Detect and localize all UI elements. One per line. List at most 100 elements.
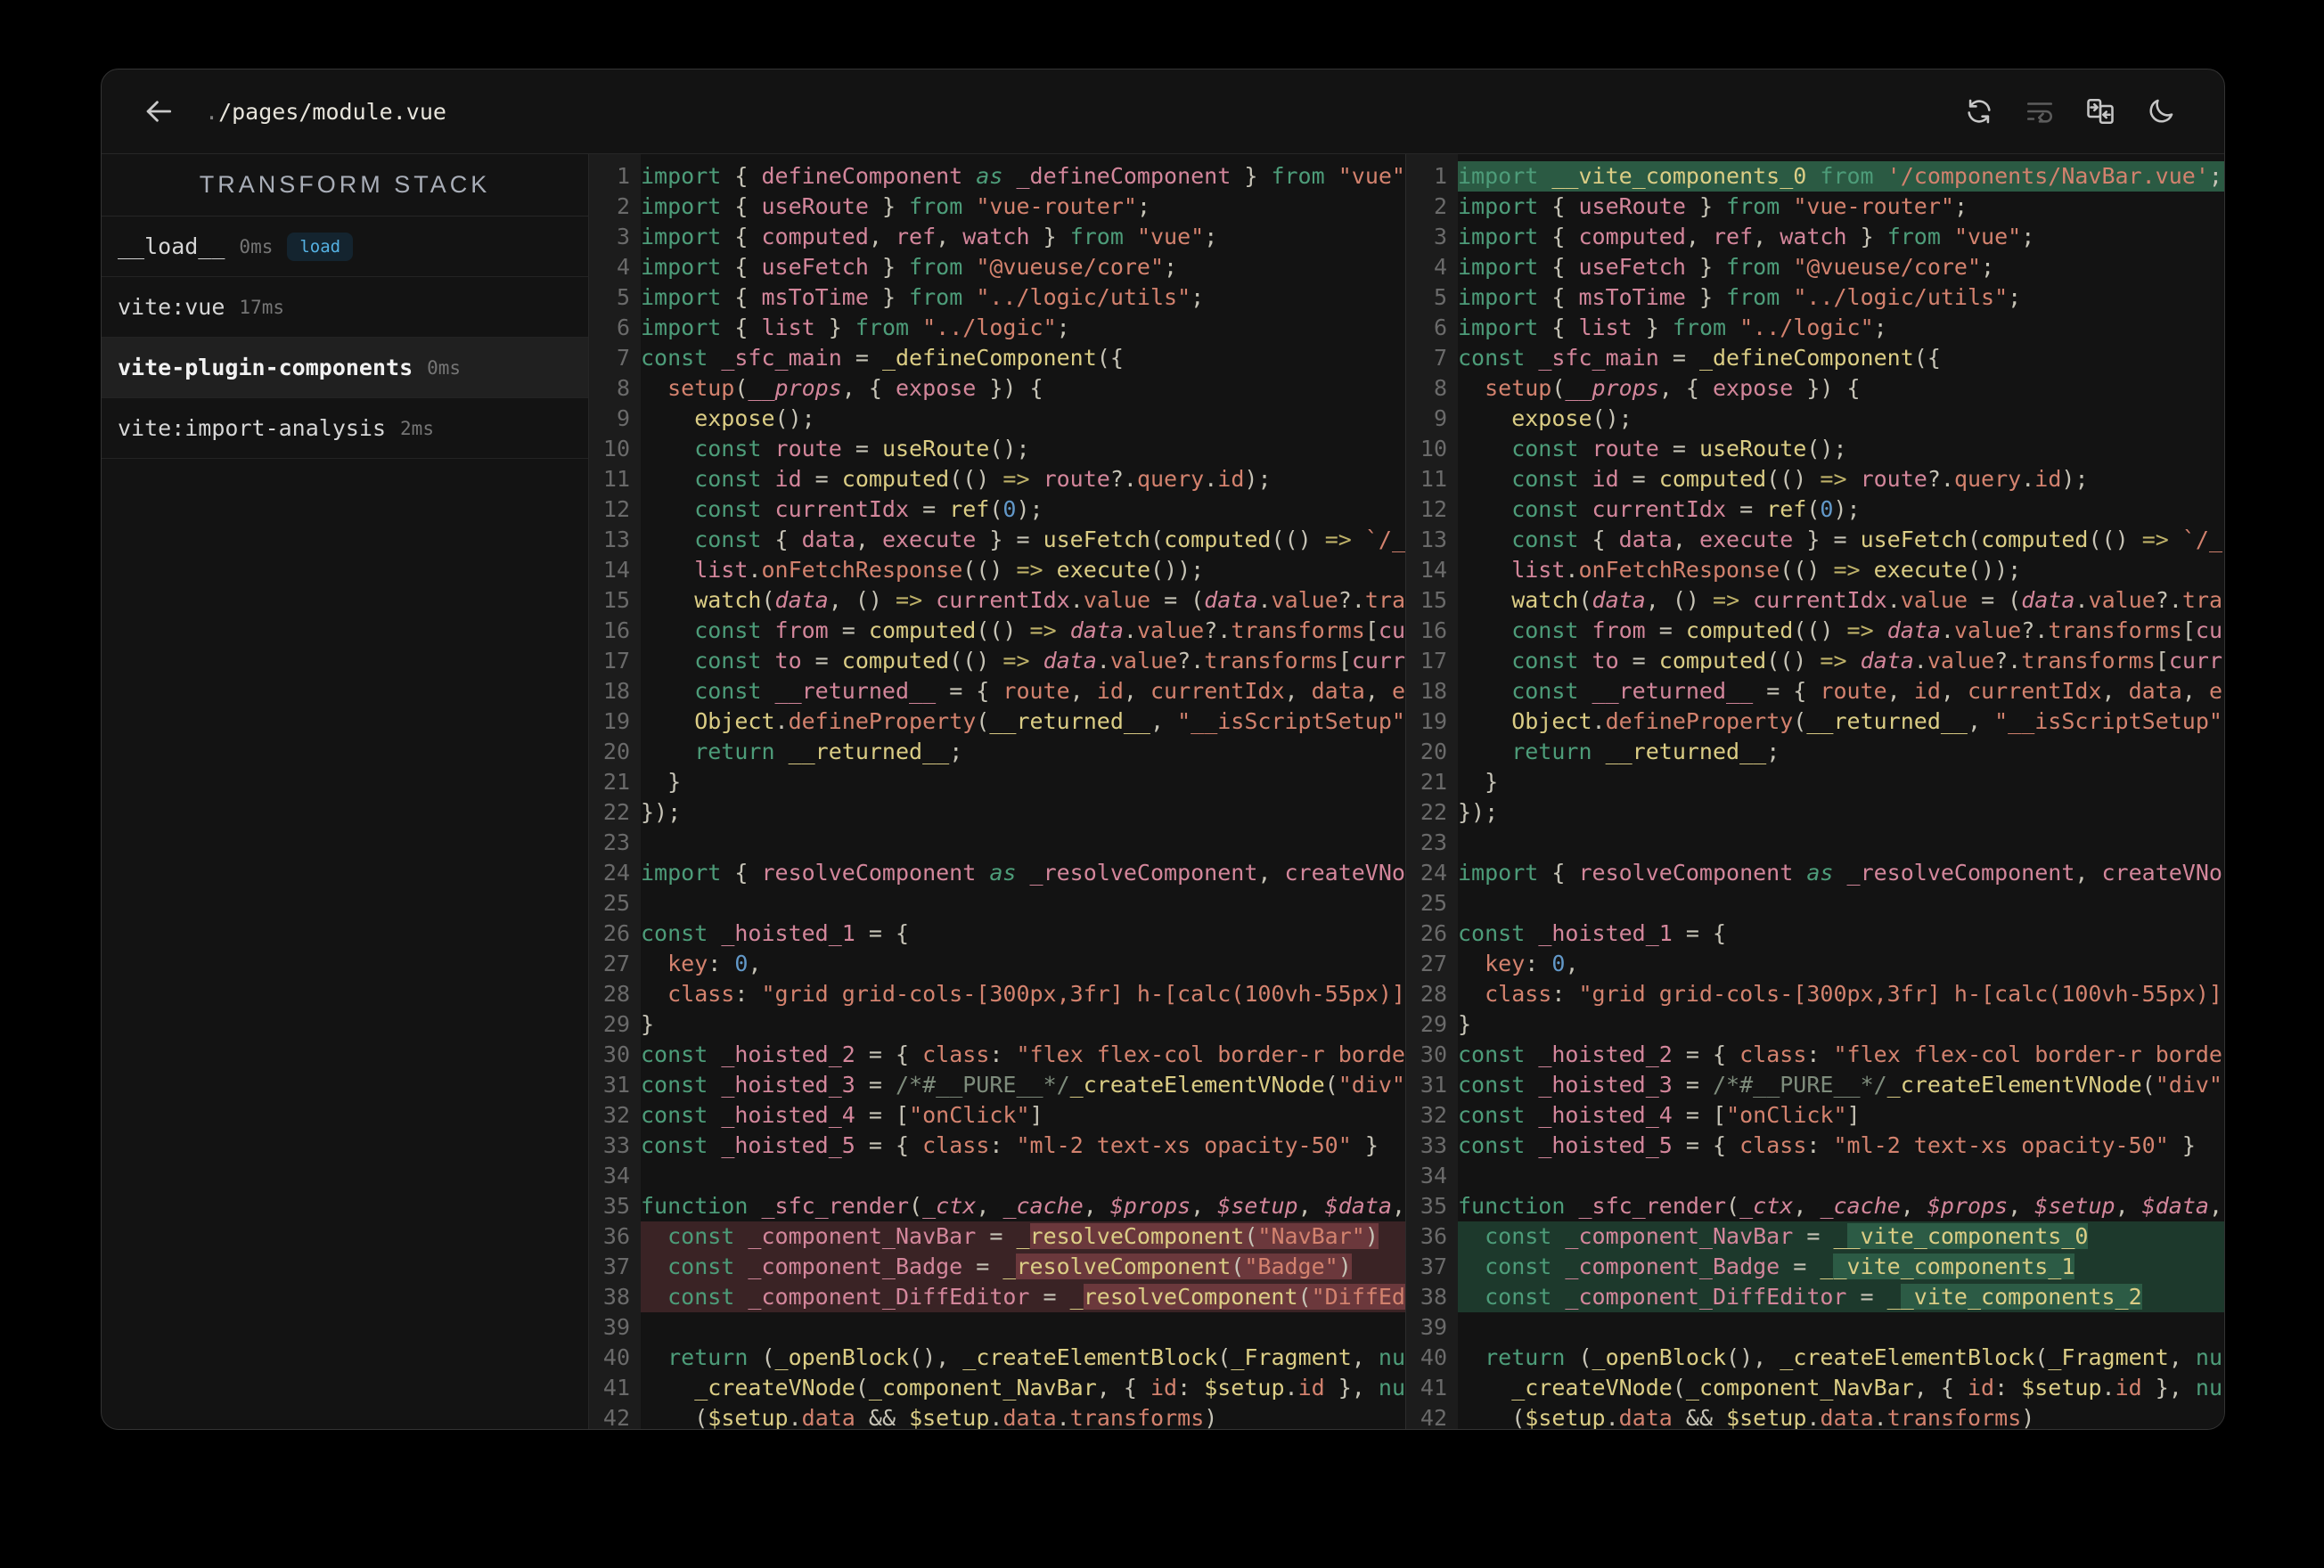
code-line: 28 class: "grid grid-cols-[300px,3fr] h-… xyxy=(589,979,1405,1009)
code-line: 2 import { useRoute } from "vue-router"; xyxy=(1406,192,2224,222)
line-number: 38 xyxy=(1420,1284,1447,1310)
compare-panels-icon[interactable] xyxy=(2082,93,2119,130)
code-line: 30 const _hoisted_2 = { class: "flex flex… xyxy=(1406,1040,2224,1070)
code-line: 23 xyxy=(589,828,1405,858)
code-line: 10 const route = useRoute(); xyxy=(1406,434,2224,464)
back-button[interactable] xyxy=(139,92,178,131)
line-number: 9 xyxy=(616,405,630,431)
code-line: 29} xyxy=(1406,1009,2224,1040)
code-line: 4 import { useFetch } from "@vueuse/core"… xyxy=(1406,252,2224,282)
code-line: 29} xyxy=(589,1009,1405,1040)
sidebar-item-vite:import-analysis[interactable]: vite:import-analysis 2ms xyxy=(102,398,588,459)
plugin-name: vite:vue xyxy=(118,294,225,320)
diff-view: 1 import { defineComponent as _defineComp… xyxy=(589,154,2224,1429)
line-number: 12 xyxy=(1420,496,1447,522)
code-line: 17 const to = computed(() => data.value?… xyxy=(1406,646,2224,676)
sidebar-item-__load__[interactable]: __load__ 0ms load xyxy=(102,216,588,277)
line-number: 41 xyxy=(1420,1375,1447,1401)
plugin-name: __load__ xyxy=(118,233,225,259)
code-line: 16 const from = computed(() => data.valu… xyxy=(1406,616,2224,646)
code-line: 26 const _hoisted_1 = { xyxy=(589,919,1405,949)
main-body: TRANSFORM STACK __load__ 0ms load vite:vue 1… xyxy=(102,154,2224,1429)
load-badge: load xyxy=(287,232,354,261)
arrow-left-icon xyxy=(146,101,172,122)
code-line: 20 return __returned__; xyxy=(1406,737,2224,767)
line-number: 19 xyxy=(602,708,630,734)
wrap-lines-icon[interactable] xyxy=(2021,93,2058,130)
code-line: 1 import { defineComponent as _defineComp… xyxy=(589,161,1405,192)
code-line: 31 const _hoisted_3 = /*#__PURE__*/_creat… xyxy=(1406,1070,2224,1100)
code-line: 16 const from = computed(() => data.valu… xyxy=(589,616,1405,646)
refresh-icon[interactable] xyxy=(1960,93,1998,130)
code-line: 28 class: "grid grid-cols-[300px,3fr] h-… xyxy=(1406,979,2224,1009)
code-line: 9 expose(); xyxy=(589,404,1405,434)
line-number: 22 xyxy=(1420,799,1447,825)
line-number: 8 xyxy=(1433,375,1447,401)
code-line: 13 const { data, execute } = useFetch(co… xyxy=(589,525,1405,555)
code-line: 19 Object.defineProperty(__returned__, "… xyxy=(1406,706,2224,737)
sidebar-item-vite-plugin-components[interactable]: vite-plugin-components 0ms xyxy=(102,338,588,398)
code-panel-after[interactable]: 1 import __vite_components_0 from '/compo… xyxy=(1406,154,2224,1429)
code-lines-after: 1 import __vite_components_0 from '/compo… xyxy=(1406,154,2224,1429)
code-line: 34 xyxy=(589,1161,1405,1191)
sidebar-item-vite:vue[interactable]: vite:vue 17ms xyxy=(102,277,588,338)
code-line: 18 const __returned__ = { route, id, cur… xyxy=(589,676,1405,706)
code-line: 8 setup(__props, { expose }) { xyxy=(589,373,1405,404)
code-line: 38 const _component_DiffEditor = __vite_… xyxy=(1406,1282,2224,1312)
code-line: 17 const to = computed(() => data.value?… xyxy=(589,646,1405,676)
code-line: 6 import { list } from "../logic"; xyxy=(1406,313,2224,343)
line-number: 16 xyxy=(602,617,630,643)
code-line: 36 const _component_NavBar = _resolveCom… xyxy=(589,1221,1405,1252)
code-line: 9 expose(); xyxy=(1406,404,2224,434)
line-number: 32 xyxy=(1420,1102,1447,1128)
code-line: 18 const __returned__ = { route, id, cur… xyxy=(1406,676,2224,706)
line-number: 32 xyxy=(602,1102,630,1128)
code-line: 25 xyxy=(589,888,1405,919)
code-line: 41 _createVNode(_component_NavBar, { id:… xyxy=(589,1373,1405,1403)
line-number: 6 xyxy=(1433,314,1447,340)
code-line: 11 const id = computed(() => route?.quer… xyxy=(589,464,1405,494)
line-number: 29 xyxy=(602,1011,630,1037)
code-line: 34 xyxy=(1406,1161,2224,1191)
code-line: 12 const currentIdx = ref(0); xyxy=(589,494,1405,525)
line-number: 42 xyxy=(602,1405,630,1429)
plugin-name: vite-plugin-components xyxy=(118,355,413,380)
transform-stack-sidebar: TRANSFORM STACK __load__ 0ms load vite:vue 1… xyxy=(102,154,589,1429)
line-number: 3 xyxy=(1433,224,1447,249)
code-line: 27 key: 0, xyxy=(589,949,1405,979)
code-panel-before[interactable]: 1 import { defineComponent as _defineComp… xyxy=(589,154,1406,1429)
line-number: 21 xyxy=(1420,769,1447,795)
code-line: 21 } xyxy=(1406,767,2224,797)
line-number: 20 xyxy=(1420,739,1447,764)
code-line: 42 ($setup.data && $setup.data.transform… xyxy=(1406,1403,2224,1429)
code-line: 3 import { computed, ref, watch } from "v… xyxy=(589,222,1405,252)
code-line: 13 const { data, execute } = useFetch(co… xyxy=(1406,525,2224,555)
code-line: 10 const route = useRoute(); xyxy=(589,434,1405,464)
code-line: 20 return __returned__; xyxy=(589,737,1405,767)
line-number: 26 xyxy=(602,920,630,946)
line-number: 39 xyxy=(1420,1314,1447,1340)
line-number: 2 xyxy=(1433,193,1447,219)
code-line: 5 import { msToTime } from "../logic/util… xyxy=(1406,282,2224,313)
code-line: 23 xyxy=(1406,828,2224,858)
line-number: 27 xyxy=(602,951,630,976)
code-line: 40 return (_openBlock(), _createElementB… xyxy=(1406,1343,2224,1373)
code-line: 6 import { list } from "../logic"; xyxy=(589,313,1405,343)
code-line: 26 const _hoisted_1 = { xyxy=(1406,919,2224,949)
code-line: 36 const _component_NavBar = __vite_comp… xyxy=(1406,1221,2224,1252)
code-line: 7 const _sfc_main = _defineComponent({ xyxy=(589,343,1405,373)
line-number: 14 xyxy=(602,557,630,583)
dark-mode-moon-icon[interactable] xyxy=(2142,93,2180,130)
code-line: 14 list.onFetchResponse(() => execute())… xyxy=(1406,555,2224,585)
code-line: 19 Object.defineProperty(__returned__, "… xyxy=(589,706,1405,737)
line-number: 11 xyxy=(602,466,630,492)
code-line: 2 import { useRoute } from "vue-router"; xyxy=(589,192,1405,222)
code-line: 7 const _sfc_main = _defineComponent({ xyxy=(1406,343,2224,373)
line-number: 40 xyxy=(602,1344,630,1370)
code-line: 15 watch(data, () => currentIdx.value = … xyxy=(1406,585,2224,616)
line-number: 24 xyxy=(602,860,630,886)
line-number: 13 xyxy=(1420,527,1447,552)
code-lines-before: 1 import { defineComponent as _defineComp… xyxy=(589,154,1405,1429)
code-line: 12 const currentIdx = ref(0); xyxy=(1406,494,2224,525)
line-number: 8 xyxy=(616,375,630,401)
